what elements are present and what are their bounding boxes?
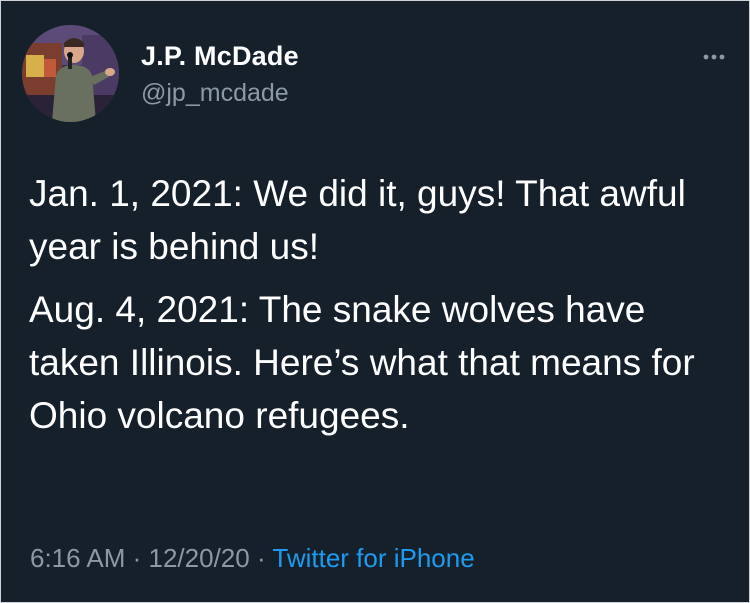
tweet-time[interactable]: 6:16 AM xyxy=(30,543,125,573)
tweet-paragraph: Jan. 1, 2021: We did it, guys! That awfu… xyxy=(29,173,686,267)
tweet-source-link[interactable]: Twitter for iPhone xyxy=(272,543,474,573)
tweet-card: J.P. McDade @jp_mcdade Jan. 1, 2021: We … xyxy=(0,0,750,603)
tweet-text: Jan. 1, 2021: We did it, guys! That awfu… xyxy=(29,167,729,442)
tweet-date[interactable]: 12/20/20 xyxy=(149,543,250,573)
avatar[interactable] xyxy=(22,25,119,122)
meta-separator: · xyxy=(249,543,273,573)
meta-separator: · xyxy=(125,543,149,573)
author-handle[interactable]: @jp_mcdade xyxy=(141,79,289,108)
tweet-paragraph: Aug. 4, 2021: The snake wolves have take… xyxy=(29,289,695,436)
avatar-photo-icon xyxy=(22,25,119,122)
author-display-name[interactable]: J.P. McDade xyxy=(141,41,299,72)
tweet-meta: 6:16 AM · 12/20/20 · Twitter for iPhone xyxy=(30,543,475,574)
more-options-icon[interactable] xyxy=(703,52,725,62)
